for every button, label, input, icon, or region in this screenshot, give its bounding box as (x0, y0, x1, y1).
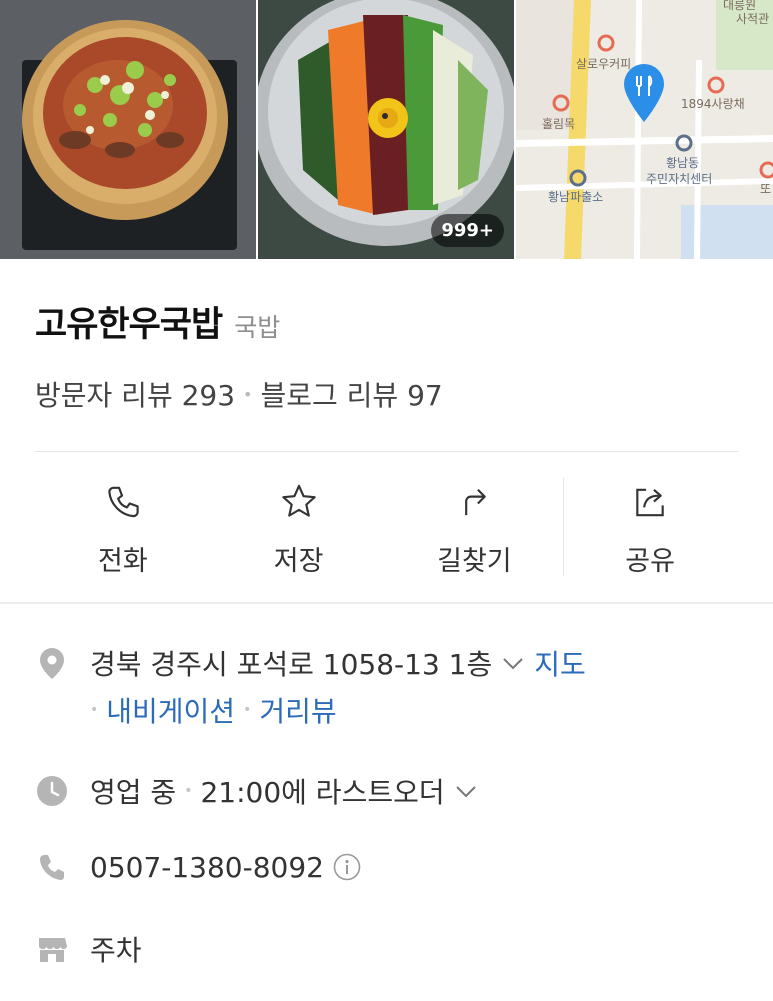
map-label: 황남동 (666, 156, 700, 170)
section-divider (0, 602, 773, 604)
address-text: 경북 경주시 포석로 1058-13 1층 (90, 648, 493, 681)
map-label: 주민자치센터 (646, 172, 713, 186)
map-link[interactable]: 지도 (534, 643, 586, 683)
location-pin-icon (35, 646, 69, 680)
address-row: 경북 경주시 포석로 1058-13 1층 지도 (35, 643, 586, 683)
hours-status: 영업 중 (90, 776, 177, 809)
map-label: 홀림목 (542, 117, 576, 131)
map-label: 사적관 (736, 12, 770, 26)
divider (35, 451, 738, 452)
clock-icon (35, 774, 69, 808)
phone-icon (35, 850, 69, 884)
visitor-review-link[interactable]: 방문자 리뷰 293 (35, 374, 235, 414)
directions-button[interactable]: 길찾기 (387, 478, 563, 578)
photo-gukbap[interactable] (0, 0, 256, 259)
hours-detail: 21:00에 라스트오더 (200, 776, 445, 809)
separator-dot: • (243, 384, 253, 404)
photo-strip: 999+ 대릉원 사적관 살로우커피 1894사랑채 홀림목 황남동 주민자치센… (0, 0, 773, 259)
save-button[interactable]: 저장 (211, 478, 387, 578)
review-summary: 방문자 리뷰 293 • 블로그 리뷰 97 (35, 374, 443, 414)
chevron-down-icon[interactable] (453, 778, 479, 804)
chevron-down-icon[interactable] (500, 650, 526, 676)
street-view-link[interactable]: 거리뷰 (259, 690, 336, 730)
call-label: 전화 (98, 546, 148, 577)
directions-icon (465, 489, 487, 516)
gukbap-image (0, 0, 256, 259)
map-label: 살로우커피 (576, 57, 632, 71)
photo-count-badge[interactable]: 999+ (431, 214, 504, 247)
parking-row: 주차 (35, 929, 142, 969)
action-separator (563, 478, 564, 576)
phone-row[interactable]: 0507-1380-8092 (35, 850, 362, 884)
map-label: 1894사랑채 (681, 97, 745, 111)
star-icon (281, 484, 316, 517)
action-bar: 전화 저장 길찾기 공유 (35, 478, 738, 578)
map-label: 황남파출소 (548, 190, 604, 204)
place-category: 국밥 (234, 313, 281, 342)
save-label: 저장 (273, 546, 324, 577)
navigation-link[interactable]: 내비게이션 (106, 690, 235, 730)
phone-icon (108, 486, 139, 518)
hours-row[interactable]: 영업 중 • 21:00에 라스트오더 (35, 771, 479, 811)
photo-bibimbap[interactable]: 999+ (258, 0, 514, 259)
address-links: • 내비게이션 • 거리뷰 (90, 690, 337, 730)
directions-label: 길찾기 (437, 546, 512, 577)
phone-number[interactable]: 0507-1380-8092 (90, 851, 324, 884)
separator-dot: • (184, 783, 193, 799)
separator-dot: • (90, 702, 99, 718)
share-icon (636, 488, 664, 517)
separator-dot: • (243, 702, 252, 718)
call-button[interactable]: 전화 (35, 478, 211, 578)
share-label: 공유 (625, 546, 675, 577)
place-header: 고유한우국밥 국밥 (35, 296, 280, 347)
info-icon[interactable] (332, 852, 362, 882)
place-name: 고유한우국밥 (35, 305, 223, 345)
parking-text: 주차 (90, 934, 142, 967)
map-label: 또 (760, 182, 772, 196)
store-icon (35, 932, 69, 966)
map-thumbnail[interactable]: 대릉원 사적관 살로우커피 1894사랑채 홀림목 황남동 주민자치센터 황남파… (516, 0, 773, 259)
blog-review-link[interactable]: 블로그 리뷰 97 (260, 374, 442, 414)
share-button[interactable]: 공유 (562, 478, 738, 578)
